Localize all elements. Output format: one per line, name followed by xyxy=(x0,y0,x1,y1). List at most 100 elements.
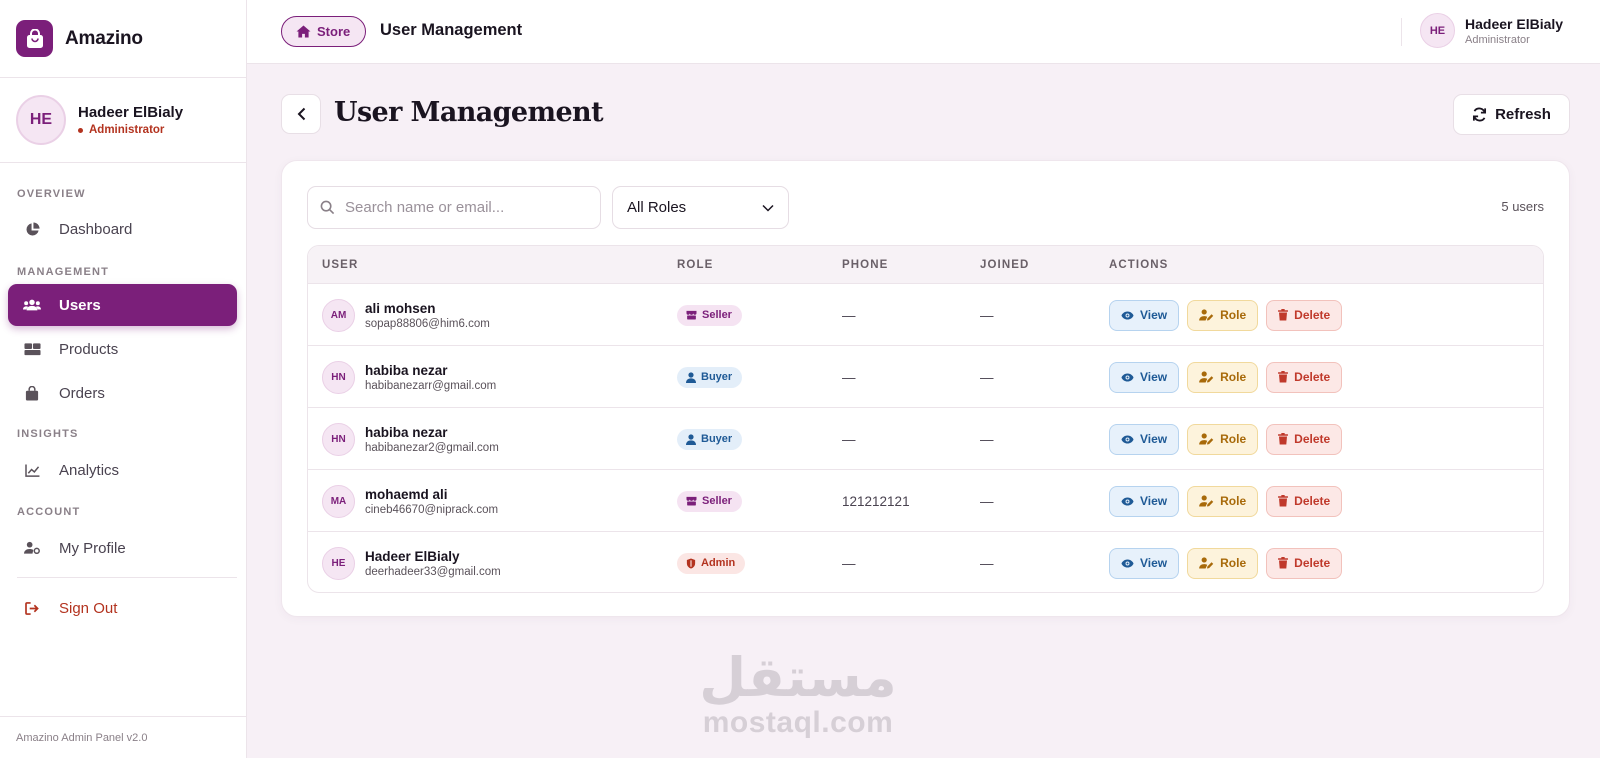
phone-cell: — xyxy=(842,307,856,323)
nav-section-insights: INSIGHTS xyxy=(17,428,79,440)
view-button[interactable]: View xyxy=(1109,485,1180,517)
change-role-button[interactable]: Role xyxy=(1187,423,1259,455)
user-icon xyxy=(686,371,701,383)
watermark-text: mostaql.com xyxy=(702,706,894,739)
view-button[interactable]: View xyxy=(1109,547,1180,579)
sidebar-item-dashboard[interactable]: Dashboard xyxy=(8,208,237,250)
delete-button[interactable]: Delete xyxy=(1266,423,1343,455)
status-dot xyxy=(78,127,83,133)
user-email: sopap88806@him6.com xyxy=(365,317,490,330)
sidebar-item-label: Analytics xyxy=(59,461,120,479)
column-header-user[interactable]: USER xyxy=(322,259,358,271)
role-label: Role xyxy=(1220,494,1247,508)
change-role-button[interactable]: Role xyxy=(1187,547,1259,579)
search-field[interactable] xyxy=(307,186,601,229)
avatar: MA xyxy=(322,484,355,518)
pie-chart-icon xyxy=(21,221,43,237)
role-badge-label: Seller xyxy=(702,309,732,321)
sidebar-item-products[interactable]: Products xyxy=(8,328,237,370)
role-filter-select[interactable]: All Roles xyxy=(612,186,789,229)
actions-cell: View Role Delete xyxy=(1109,470,1350,532)
view-button[interactable]: View xyxy=(1109,299,1180,331)
joined-cell: — xyxy=(980,431,994,447)
store-icon xyxy=(686,310,702,320)
user-edit-icon xyxy=(1199,433,1214,445)
view-label: View xyxy=(1140,494,1168,508)
delete-button[interactable]: Delete xyxy=(1266,299,1343,331)
joined-cell: — xyxy=(980,493,994,509)
role-badge: Buyer xyxy=(677,428,743,450)
column-header-role[interactable]: ROLE xyxy=(677,259,713,271)
profile-role-label: Administrator xyxy=(89,124,165,136)
delete-label: Delete xyxy=(1294,432,1331,446)
delete-button[interactable]: Delete xyxy=(1266,547,1343,579)
shopping-bag-icon xyxy=(16,20,53,57)
sidebar-item-my-profile[interactable]: My Profile xyxy=(8,527,237,569)
role-badge: Admin xyxy=(677,552,746,574)
change-role-button[interactable]: Role xyxy=(1187,299,1259,331)
role-badge-label: Seller xyxy=(702,495,732,507)
user-icon xyxy=(686,433,701,445)
avatar: HE xyxy=(1420,13,1455,48)
role-badge-label: Buyer xyxy=(701,371,733,383)
shield-icon xyxy=(686,557,701,569)
user-cell: AM ali mohsen sopap88806@him6.com xyxy=(322,284,490,346)
role-badge: Buyer xyxy=(677,366,743,388)
table-row[interactable]: HN habiba nezar habibanezar2@gmail.com B… xyxy=(308,408,1543,470)
table-row[interactable]: HE Hadeer ElBialy deerhadeer33@gmail.com… xyxy=(308,532,1543,592)
actions-cell: View Role Delete xyxy=(1109,532,1350,592)
table-row[interactable]: HN habiba nezar habibanezarr@gmail.com B… xyxy=(308,346,1543,408)
store-button[interactable]: Store xyxy=(281,16,367,47)
change-role-button[interactable]: Role xyxy=(1187,361,1259,393)
view-button[interactable]: View xyxy=(1109,361,1180,393)
brand-name: Amazino xyxy=(65,27,143,49)
sidebar-profile: HE Hadeer ElBialy Administrator xyxy=(0,78,246,163)
sidebar-item-users[interactable]: Users xyxy=(8,284,237,326)
delete-label: Delete xyxy=(1294,556,1331,570)
avatar: HE xyxy=(16,95,66,145)
profile-name: Hadeer ElBialy xyxy=(78,104,184,121)
search-input[interactable] xyxy=(345,199,585,216)
table-row[interactable]: AM ali mohsen sopap88806@him6.com Seller… xyxy=(308,284,1543,346)
role-cell: Admin xyxy=(677,532,746,592)
nav-section-account: ACCOUNT xyxy=(17,506,81,518)
view-label: View xyxy=(1140,432,1168,446)
change-role-button[interactable]: Role xyxy=(1187,485,1259,517)
table-row[interactable]: MA mohaemd ali cineb46670@niprack.com Se… xyxy=(308,470,1543,532)
avatar: AM xyxy=(322,298,355,332)
user-name: mohaemd ali xyxy=(365,486,448,502)
user-cell: HN habiba nezar habibanezar2@gmail.com xyxy=(322,408,499,470)
delete-label: Delete xyxy=(1294,494,1331,508)
column-header-phone[interactable]: PHONE xyxy=(842,259,888,271)
joined-cell: — xyxy=(980,307,994,323)
back-button[interactable] xyxy=(281,94,321,134)
delete-button[interactable]: Delete xyxy=(1266,485,1343,517)
avatar: HE xyxy=(322,546,355,580)
view-button[interactable]: View xyxy=(1109,423,1180,455)
role-label: Role xyxy=(1220,432,1247,446)
topbar-user-role: Administrator xyxy=(1465,33,1530,46)
joined-cell: — xyxy=(980,369,994,385)
topbar: Store User Management HE Hadeer ElBialy … xyxy=(247,0,1600,64)
sidebar-item-analytics[interactable]: Analytics xyxy=(8,449,237,491)
sidebar-item-sign-out[interactable]: Sign Out xyxy=(8,587,237,629)
brand[interactable]: Amazino xyxy=(0,0,246,78)
phone-cell: — xyxy=(842,431,856,447)
view-label: View xyxy=(1140,556,1168,570)
role-label: Role xyxy=(1220,556,1247,570)
sidebar-item-orders[interactable]: Orders xyxy=(8,372,237,414)
role-badge: Seller xyxy=(677,304,742,326)
refresh-button[interactable]: Refresh xyxy=(1453,94,1570,135)
role-badge: Seller xyxy=(677,490,742,512)
refresh-label: Refresh xyxy=(1495,106,1551,123)
phone-cell: 121212121 xyxy=(842,493,910,509)
store-label: Store xyxy=(317,24,351,39)
role-cell: Seller xyxy=(677,470,742,532)
topbar-user-menu[interactable]: HE Hadeer ElBialy Administrator xyxy=(1420,13,1563,48)
column-header-joined[interactable]: JOINED xyxy=(980,259,1029,271)
trash-icon xyxy=(1278,309,1289,321)
delete-button[interactable]: Delete xyxy=(1266,361,1343,393)
user-email: habibanezar2@gmail.com xyxy=(365,441,499,454)
delete-label: Delete xyxy=(1294,370,1331,384)
eye-icon xyxy=(1121,310,1134,320)
